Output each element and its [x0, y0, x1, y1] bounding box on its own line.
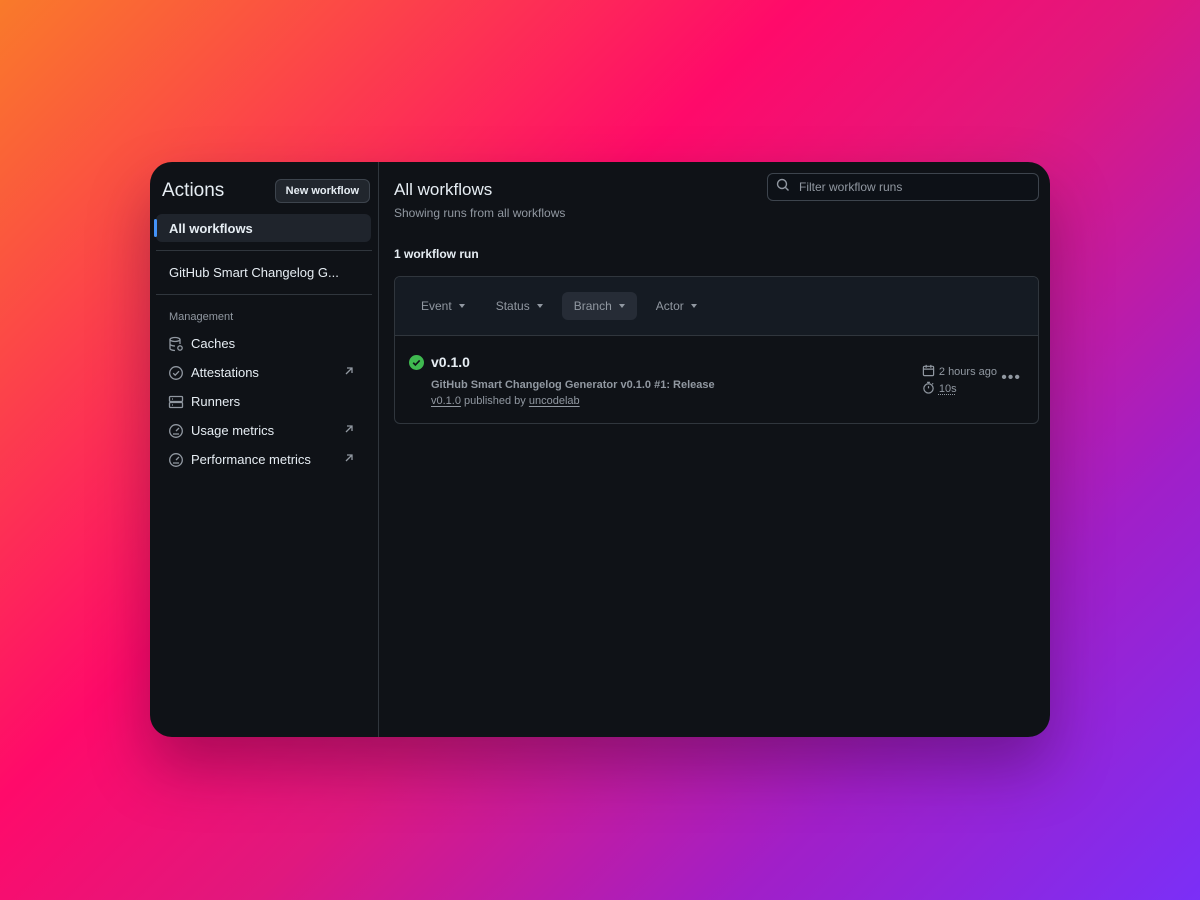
database-icon [168, 336, 184, 352]
sidebar-item-workflow[interactable]: GitHub Smart Changelog G... [156, 259, 371, 286]
search-icon [776, 178, 790, 197]
sidebar: Actions New workflow All workflows GitHu… [150, 162, 379, 737]
external-link-icon [343, 423, 355, 435]
management-heading: Management [169, 311, 234, 323]
sidebar-divider [156, 294, 372, 295]
server-icon [168, 394, 184, 410]
run-tag-link[interactable]: v0.1.0 [431, 395, 461, 407]
filter-runs-input[interactable] [797, 179, 1031, 195]
sidebar-item-usage-metrics[interactable]: Usage metrics [156, 416, 371, 445]
sidebar-header: Actions New workflow [156, 177, 371, 205]
calendar-icon [922, 364, 935, 380]
run-duration: 10s [938, 382, 957, 395]
sidebar-item-label: Attestations [191, 365, 259, 380]
runs-filter-bar: Event Status Branch Actor [395, 277, 1038, 336]
sidebar-divider [156, 250, 372, 251]
run-count: 1 workflow run [394, 247, 479, 261]
check-circle-icon [168, 365, 184, 381]
chevron-down-icon [536, 304, 543, 308]
actor-filter-button[interactable]: Actor [644, 292, 709, 320]
published-by-text: published by [464, 395, 526, 407]
run-time-ago: 2 hours ago [938, 365, 997, 378]
success-check-icon [409, 355, 424, 375]
more-options-icon[interactable]: ••• [1001, 369, 1021, 387]
chevron-down-icon [458, 304, 465, 308]
meter-icon [168, 423, 184, 439]
branch-filter-button[interactable]: Branch [561, 292, 637, 320]
filter-label: Actor [655, 299, 684, 313]
runs-table: Event Status Branch Actor v0.1.0 GitHub … [394, 276, 1039, 424]
run-description: GitHub Smart Changelog Generator v0.1.0 … [431, 379, 715, 391]
external-link-icon [343, 452, 355, 464]
actions-window: Actions New workflow All workflows GitHu… [150, 162, 1050, 737]
run-time-info: 2 hours ago 10s [922, 363, 997, 397]
stopwatch-icon [922, 381, 935, 397]
filter-label: Branch [573, 299, 612, 313]
external-link-icon [343, 365, 355, 377]
status-filter-button[interactable]: Status [484, 292, 555, 320]
sidebar-item-runners[interactable]: Runners [156, 387, 371, 416]
sidebar-item-label: Performance metrics [191, 452, 311, 467]
table-row[interactable]: v0.1.0 GitHub Smart Changelog Generator … [395, 336, 1038, 423]
page-subtitle: Showing runs from all workflows [394, 206, 566, 220]
chevron-down-icon [690, 304, 697, 308]
sidebar-item-attestations[interactable]: Attestations [156, 358, 371, 387]
sidebar-title: Actions [162, 180, 225, 201]
main-content: All workflows Showing runs from all work… [379, 162, 1050, 737]
event-filter-button[interactable]: Event [409, 292, 477, 320]
sidebar-item-label: Usage metrics [191, 423, 275, 438]
filter-label: Status [495, 299, 530, 313]
run-author-link[interactable]: uncodelab [529, 395, 580, 407]
sidebar-item-label: Caches [191, 336, 236, 351]
filter-runs-field[interactable] [767, 173, 1039, 201]
sidebar-item-caches[interactable]: Caches [156, 329, 371, 358]
run-meta: v0.1.0 published by uncodelab [431, 395, 580, 407]
sidebar-item-label: Runners [191, 394, 241, 409]
meter-icon [168, 452, 184, 468]
sidebar-item-all-workflows[interactable]: All workflows [154, 214, 371, 242]
run-title[interactable]: v0.1.0 [431, 354, 470, 370]
filter-label: Event [421, 299, 452, 313]
chevron-down-icon [618, 304, 625, 308]
sidebar-item-performance-metrics[interactable]: Performance metrics [156, 445, 371, 474]
new-workflow-button[interactable]: New workflow [274, 179, 370, 203]
